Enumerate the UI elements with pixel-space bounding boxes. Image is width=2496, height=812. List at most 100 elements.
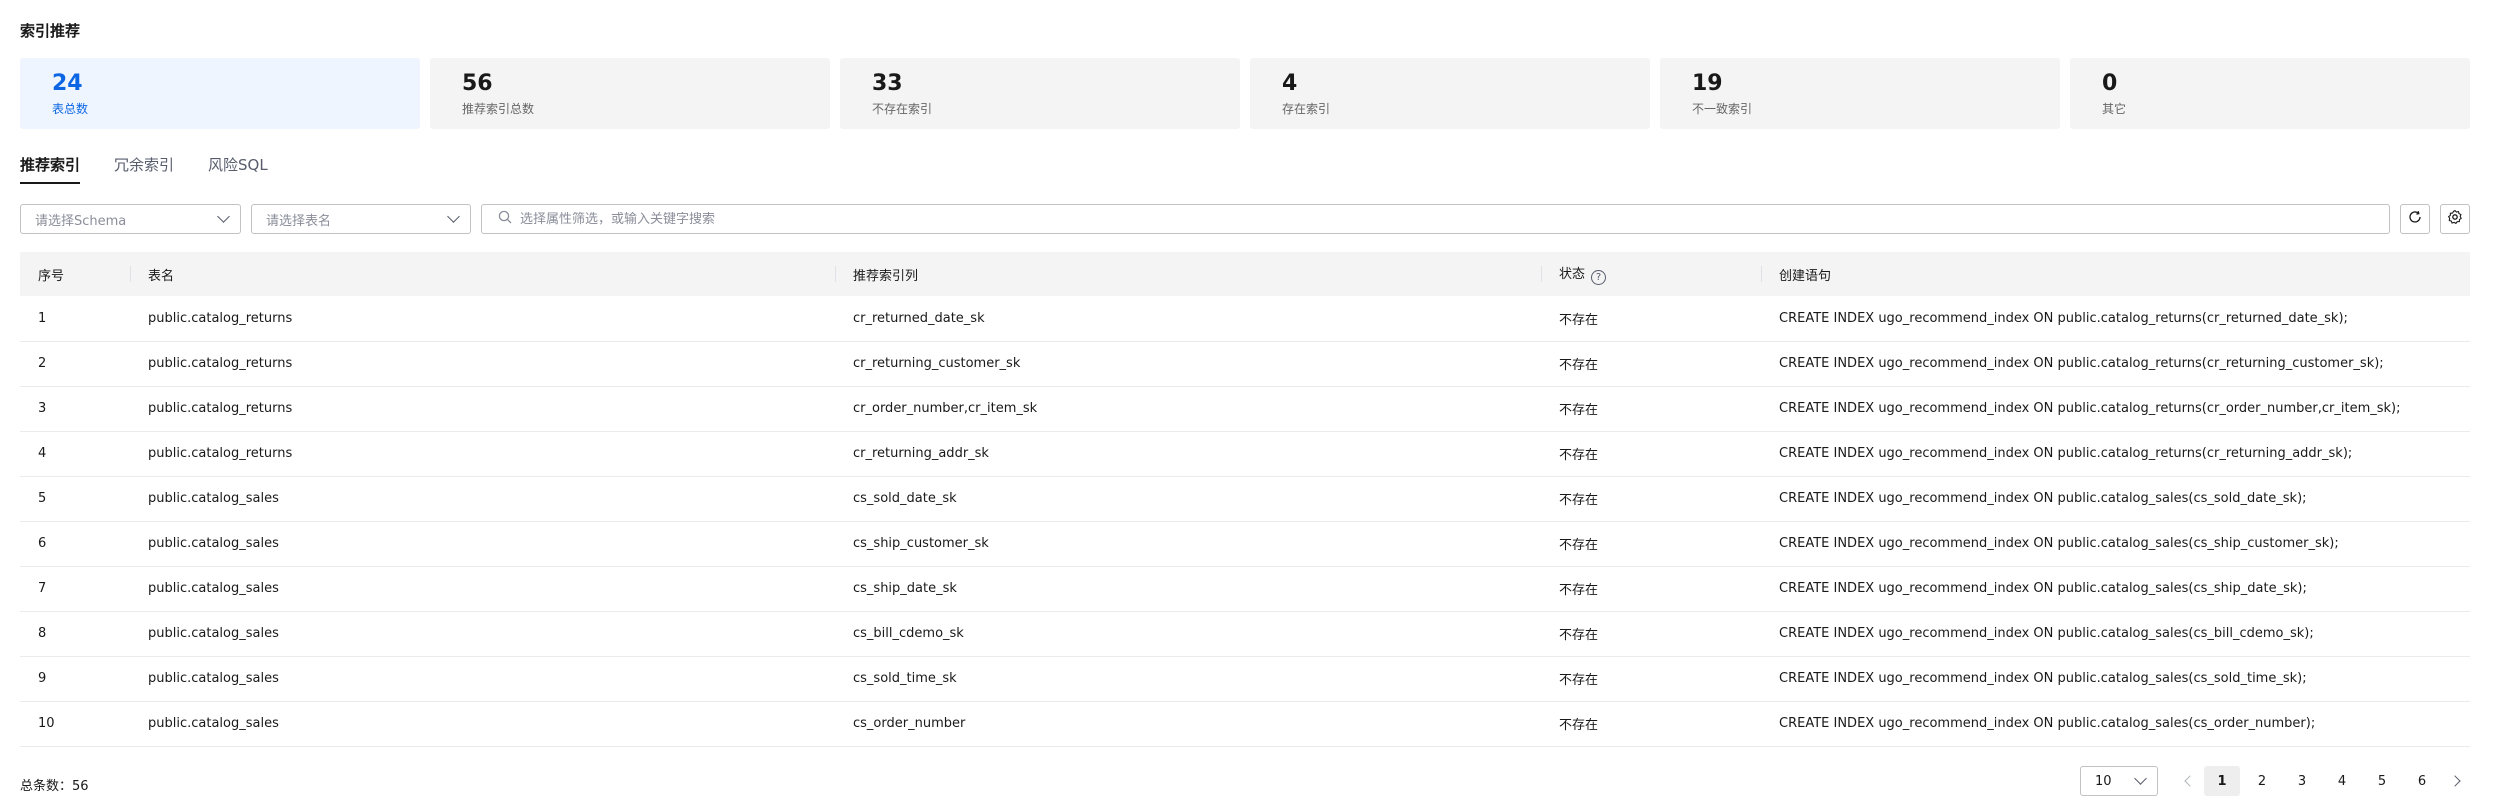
gear-icon — [2447, 209, 2463, 229]
cell-index-columns: cs_ship_date_sk — [853, 581, 957, 596]
cell-index: 7 — [38, 581, 47, 596]
stat-value: 4 — [1282, 71, 1298, 96]
stat-value: 56 — [462, 71, 493, 96]
column-header-status-label: 状态 — [1559, 267, 1586, 282]
table-row: 8 public.catalog_sales cs_bill_cdemo_sk … — [20, 611, 2470, 656]
chevron-down-icon — [2134, 772, 2147, 785]
page-size-select[interactable]: 10 — [2080, 766, 2158, 796]
chevron-right-icon — [2448, 775, 2461, 787]
stat-card-exist[interactable]: 4 存在索引 — [1250, 58, 1650, 129]
stat-value: 19 — [1692, 71, 1723, 96]
stat-label: 推荐索引总数 — [462, 102, 535, 116]
stat-label: 表总数 — [52, 102, 89, 116]
search-box[interactable] — [481, 204, 2390, 234]
cell-create-sql: CREATE INDEX ugo_recommend_index ON publ… — [1779, 446, 2353, 461]
table-row: 10 public.catalog_sales cs_order_number … — [20, 701, 2470, 746]
cell-index-columns: cr_returning_customer_sk — [853, 356, 1021, 371]
cell-create-sql: CREATE INDEX ugo_recommend_index ON publ… — [1779, 401, 2401, 416]
cell-index: 4 — [38, 446, 47, 461]
stat-label: 其它 — [2102, 102, 2127, 116]
page-button-6[interactable]: 6 — [2404, 766, 2440, 796]
total-count: 总条数：56 — [20, 779, 89, 794]
cell-index-columns: cs_sold_date_sk — [853, 491, 957, 506]
tab-redundant-index[interactable]: 冗余索引 — [114, 154, 174, 184]
column-header-index: 序号 — [38, 268, 65, 284]
cell-create-sql: CREATE INDEX ugo_recommend_index ON publ… — [1779, 581, 2307, 596]
cell-index: 2 — [38, 356, 47, 371]
search-icon — [498, 210, 512, 228]
index-recommend-page: 索引推荐 24 表总数 56 推荐索引总数 33 不存在索引 4 存在索引 19… — [0, 0, 2496, 812]
cell-index-columns: cs_ship_customer_sk — [853, 536, 989, 551]
stat-label: 不存在索引 — [872, 102, 933, 116]
search-input[interactable] — [520, 211, 2389, 227]
pagination: 10 1 2 3 4 5 6 — [2080, 766, 2470, 796]
page-button-3[interactable]: 3 — [2284, 766, 2320, 796]
table-header-row: 序号 表名 推荐索引列 状态? 创建语句 — [20, 252, 2470, 296]
column-header-create-sql: 创建语句 — [1761, 252, 2470, 296]
cell-status: 不存在 — [1559, 628, 1599, 643]
cell-index-columns: cr_returning_addr_sk — [853, 446, 989, 461]
help-icon[interactable]: ? — [1591, 270, 1607, 285]
stat-label: 存在索引 — [1282, 102, 1331, 116]
cell-index-columns: cs_order_number — [853, 716, 966, 731]
cell-index-columns: cs_sold_time_sk — [853, 671, 957, 686]
chevron-down-icon — [217, 210, 230, 223]
cell-index: 5 — [38, 491, 47, 506]
column-header-index-columns: 推荐索引列 — [835, 252, 1541, 296]
cell-table-name: public.catalog_sales — [148, 671, 279, 686]
page-button-5[interactable]: 5 — [2364, 766, 2400, 796]
table-row: 6 public.catalog_sales cs_ship_customer_… — [20, 521, 2470, 566]
cell-table-name: public.catalog_returns — [148, 310, 293, 326]
page-button-4[interactable]: 4 — [2324, 766, 2360, 796]
cell-index-columns: cs_bill_cdemo_sk — [853, 626, 964, 641]
cell-create-sql: CREATE INDEX ugo_recommend_index ON publ… — [1779, 310, 2348, 326]
stat-card-inconsistent[interactable]: 19 不一致索引 — [1660, 58, 2060, 129]
stat-card-recommend-total[interactable]: 56 推荐索引总数 — [430, 58, 830, 129]
tab-recommend-index[interactable]: 推荐索引 — [20, 154, 81, 184]
cell-table-name: public.catalog_sales — [148, 716, 279, 731]
cell-status: 不存在 — [1559, 583, 1599, 598]
schema-select-placeholder: 请选择Schema — [35, 213, 127, 229]
cell-status: 不存在 — [1559, 538, 1599, 553]
cell-index-columns: cr_returned_date_sk — [853, 310, 985, 326]
stat-value: 33 — [872, 71, 903, 96]
cell-status: 不存在 — [1559, 312, 1599, 328]
cell-status: 不存在 — [1559, 718, 1599, 733]
cell-create-sql: CREATE INDEX ugo_recommend_index ON publ… — [1779, 671, 2307, 686]
stat-card-other[interactable]: 0 其它 — [2070, 58, 2470, 129]
cell-status: 不存在 — [1559, 403, 1599, 418]
stat-label: 不一致索引 — [1692, 102, 1753, 116]
cell-create-sql: CREATE INDEX ugo_recommend_index ON publ… — [1779, 356, 2384, 371]
tab-risk-sql[interactable]: 风险SQL — [208, 154, 268, 184]
cell-table-name: public.catalog_returns — [148, 356, 293, 371]
column-header-status: 状态? — [1541, 252, 1761, 296]
cell-status: 不存在 — [1559, 673, 1599, 688]
page-button-2[interactable]: 2 — [2244, 766, 2280, 796]
page-button-1[interactable]: 1 — [2204, 766, 2240, 796]
settings-button[interactable] — [2440, 204, 2470, 234]
cell-table-name: public.catalog_returns — [148, 401, 293, 416]
stat-card-not-exist[interactable]: 33 不存在索引 — [840, 58, 1240, 129]
table-row: 5 public.catalog_sales cs_sold_date_sk 不… — [20, 476, 2470, 521]
cell-status: 不存在 — [1559, 493, 1599, 508]
cell-index: 9 — [38, 671, 47, 686]
schema-select[interactable]: 请选择Schema — [20, 204, 241, 234]
table-row: 1 public.catalog_returns cr_returned_dat… — [20, 296, 2470, 341]
cell-create-sql: CREATE INDEX ugo_recommend_index ON publ… — [1779, 626, 2314, 641]
refresh-button[interactable] — [2400, 204, 2430, 234]
cell-create-sql: CREATE INDEX ugo_recommend_index ON publ… — [1779, 536, 2339, 551]
table-row: 4 public.catalog_returns cr_returning_ad… — [20, 431, 2470, 476]
cell-index: 6 — [38, 536, 47, 551]
table-select[interactable]: 请选择表名 — [251, 204, 471, 234]
table-row: 9 public.catalog_sales cs_sold_time_sk 不… — [20, 656, 2470, 701]
prev-page-button[interactable] — [2174, 766, 2202, 796]
cell-index: 10 — [38, 716, 55, 731]
page-size-value: 10 — [2095, 773, 2112, 789]
cell-table-name: public.catalog_sales — [148, 491, 279, 506]
next-page-button[interactable] — [2442, 766, 2470, 796]
stat-card-table-total[interactable]: 24 表总数 — [20, 58, 420, 129]
cell-index: 8 — [38, 626, 47, 641]
cell-index: 3 — [38, 401, 47, 416]
cell-table-name: public.catalog_sales — [148, 536, 279, 551]
cell-create-sql: CREATE INDEX ugo_recommend_index ON publ… — [1779, 716, 2316, 731]
